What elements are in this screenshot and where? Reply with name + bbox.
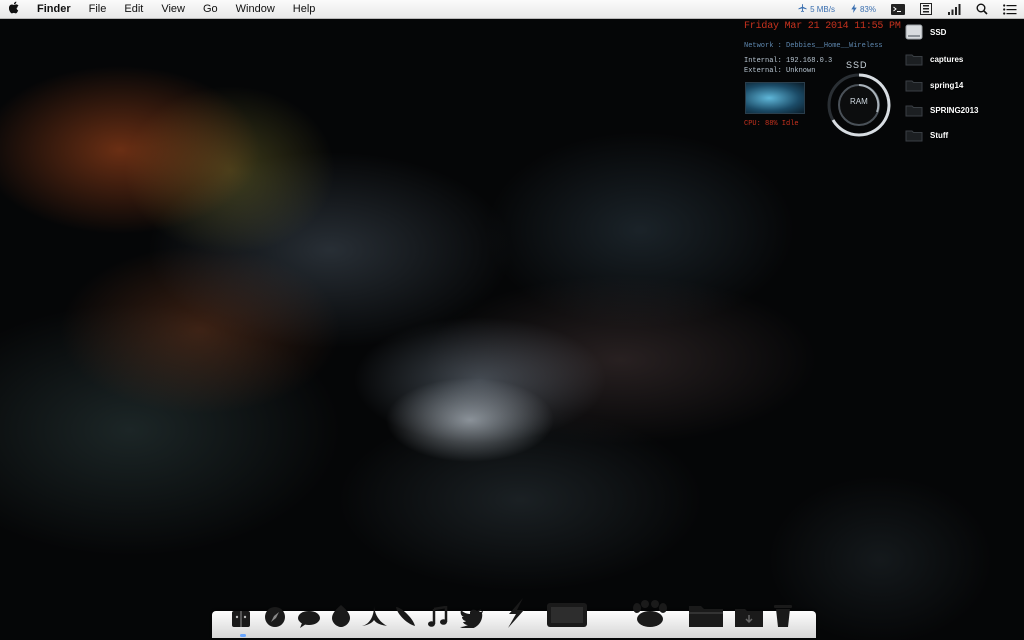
menu-window[interactable]: Window [227,0,284,18]
geektool-external-ip: External: Unknown [744,67,816,75]
ram-ssd-ring-meter: SSD RAM [826,60,892,140]
weather-thumbnail [745,82,805,114]
desktop-icon-label: SSD [930,27,947,37]
dock-messages-icon[interactable] [297,610,321,628]
dock-display-icon[interactable] [546,602,588,628]
menu-extras: 5 MB/s 83% [790,0,1024,18]
menu-bar: Finder File Edit View Go Window Help 5 M… [0,0,1024,19]
menu-edit[interactable]: Edit [115,0,152,18]
geektool-datetime: Friday Mar 21 2014 11:55 PM [744,21,901,32]
dock-mail-icon[interactable] [331,604,351,628]
apple-icon[interactable] [0,1,28,17]
desktop-icon-label: spring14 [930,80,964,90]
activity-monitor-icon[interactable] [919,3,933,15]
desktop-icon-spring2013[interactable]: SPRING2013 [905,103,978,117]
folder-icon [905,105,923,117]
folder-icon [905,54,923,66]
network-speed-status[interactable]: 5 MB/s [790,3,843,15]
folder-icon [905,80,923,92]
notification-center-icon[interactable] [1003,3,1017,15]
menu-file[interactable]: File [80,0,116,18]
dock-downloads-folder-icon[interactable] [734,606,764,628]
folder-icon [905,130,923,142]
dock-notes-icon[interactable] [393,604,417,628]
menu-go[interactable]: Go [194,0,227,18]
ring-ssd-label: SSD [846,60,868,70]
dock-trash-icon[interactable] [772,602,794,628]
desktop-icon-ssd[interactable]: SSD [905,24,946,40]
airplane-icon [798,3,807,15]
desktop-icon-stuff[interactable]: Stuff [905,128,948,142]
dock-lightning-icon[interactable] [505,598,527,628]
desktop-icon-captures[interactable]: captures [905,52,963,66]
dock-safari-icon[interactable] [264,606,286,628]
dock-finder-icon[interactable] [231,610,251,628]
dock-twitter-icon[interactable] [460,608,484,628]
spotlight-search-icon[interactable] [975,3,989,15]
desktop-icon-spring14[interactable]: spring14 [905,78,963,92]
dock-music-icon[interactable] [426,606,448,628]
terminal-icon[interactable] [891,3,905,15]
menu-help[interactable]: Help [284,0,325,18]
desktop-icon-label: captures [930,54,964,64]
menu-view[interactable]: View [152,0,194,18]
battery-percent: 83% [859,4,876,14]
desktop-icon-label: SPRING2013 [930,105,979,115]
desktop-icon-label: Stuff [930,130,949,140]
geektool-internal-ip: Internal: 192.168.0.3 [744,57,833,65]
drive-icon [905,24,923,40]
dock-running-indicator [240,634,246,637]
dock-folder-icon[interactable] [688,602,724,628]
ring-ram-label: RAM [850,97,868,106]
signal-bars-icon[interactable] [947,3,961,15]
lightning-icon [851,3,857,15]
battery-status[interactable]: 83% [843,3,884,15]
dock-launchpad-icon[interactable] [360,604,388,628]
menu-finder[interactable]: Finder [28,0,80,18]
network-speed-value: 5 MB/s [810,4,835,14]
dock-paw-icon[interactable] [630,600,670,628]
geektool-network: Network : Debbies__Home__Wireless [744,42,883,50]
geektool-cpu: CPU: 88% Idle [744,120,799,128]
